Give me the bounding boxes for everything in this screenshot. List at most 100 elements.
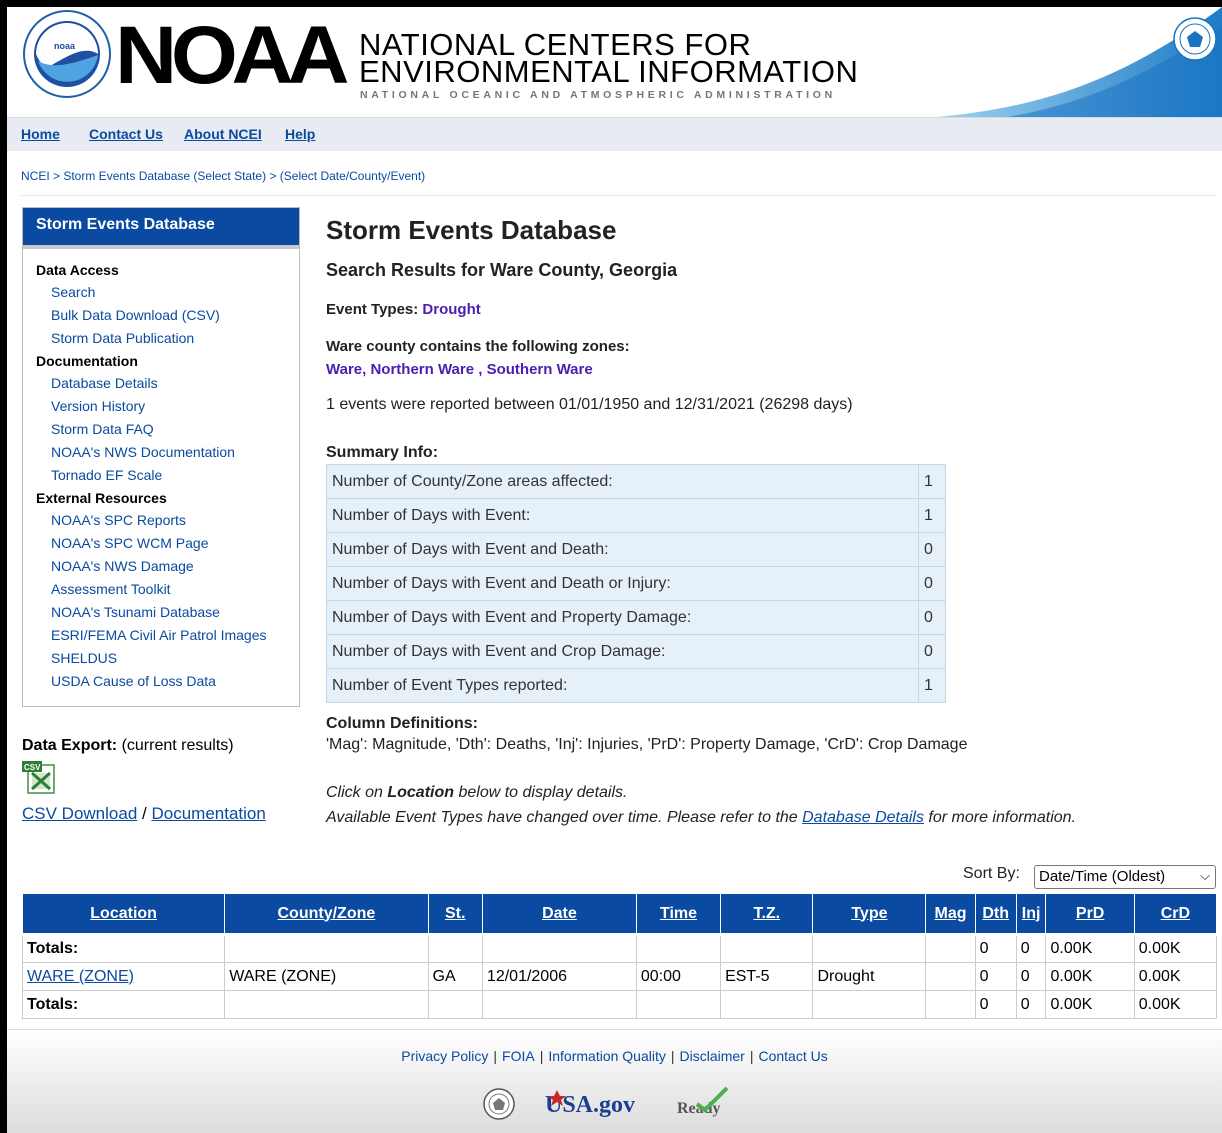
- col-header-location[interactable]: Location: [21, 893, 226, 936]
- database-details-link[interactable]: Database Details: [802, 809, 924, 826]
- data-export-label: Data Export:: [22, 737, 118, 754]
- sort-by-select[interactable]: Date/Time (Oldest) ⌵: [1034, 865, 1216, 889]
- col-header-inj[interactable]: Inj: [1015, 893, 1047, 936]
- footer-contact-link[interactable]: Contact Us: [758, 1048, 827, 1064]
- available-types-note: Available Event Types have changed over …: [326, 805, 1216, 830]
- noaa-subtitle: NATIONAL OCEANIC AND ATMOSPHERIC ADMINIS…: [360, 89, 836, 101]
- sidebar-link-spc-wcm-page[interactable]: NOAA's SPC WCM Page: [36, 532, 299, 555]
- sidebar-link-tsunami-database[interactable]: NOAA's Tsunami Database: [36, 601, 299, 624]
- footer-foia-link[interactable]: FOIA: [502, 1048, 535, 1064]
- table-cell: [635, 934, 722, 963]
- sidebar-link-nws-documentation[interactable]: NOAA's NWS Documentation: [36, 441, 299, 464]
- nav-contact-link[interactable]: Contact Us: [89, 126, 163, 142]
- nav-help-link[interactable]: Help: [285, 126, 315, 142]
- summary-table: Number of County/Zone areas affected: 1 N…: [326, 464, 946, 703]
- sidebar-link-sheldus[interactable]: SHELDUS: [36, 647, 299, 670]
- breadcrumb[interactable]: NCEI > Storm Events Database (Select Sta…: [21, 169, 425, 183]
- sidebar-link-version-history[interactable]: Version History: [36, 395, 299, 418]
- summary-value: 1: [918, 464, 946, 499]
- commerce-seal-footer-icon[interactable]: [483, 1088, 515, 1120]
- footer-separator: |: [539, 1048, 544, 1064]
- table-cell: [481, 990, 637, 1019]
- table-cell: [925, 962, 976, 991]
- location-link[interactable]: WARE (ZONE): [27, 968, 134, 985]
- footer-information-quality-link[interactable]: Information Quality: [548, 1048, 666, 1064]
- site-footer: Privacy Policy | FOIA | Information Quality |…: [7, 1030, 1222, 1133]
- location-cell: WARE (ZONE): [21, 962, 226, 991]
- ready-logo-icon[interactable]: Ready: [677, 1086, 729, 1117]
- sidebar-section-data-access: Data Access: [36, 262, 119, 278]
- event-types-value: Drought: [422, 301, 481, 318]
- nav-about-link[interactable]: About NCEI: [184, 126, 262, 142]
- summary-value: 0: [918, 634, 946, 669]
- col-header-dth[interactable]: Dth: [974, 893, 1017, 936]
- event-types-label: Event Types:: [326, 301, 419, 318]
- click-note-bold: Location: [387, 784, 455, 801]
- usa-gov-logo-icon[interactable]: USA.gov: [545, 1090, 635, 1118]
- csv-download-link[interactable]: CSV Download: [22, 804, 137, 823]
- col-header-crd[interactable]: CrD: [1133, 893, 1218, 936]
- csv-file-icon[interactable]: CSV: [22, 761, 56, 795]
- events-summary-text: 1 events were reported between 01/01/195…: [326, 396, 853, 413]
- footer-disclaimer-link[interactable]: Disclaimer: [680, 1048, 745, 1064]
- table-cell: 0: [974, 962, 1017, 991]
- summary-row: Number of Days with Event and Crop Damag…: [326, 634, 946, 669]
- sidebar-link-nws-damage[interactable]: NOAA's NWS Damage: [36, 555, 299, 578]
- sidebar-link-assessment-toolkit[interactable]: Assessment Toolkit: [36, 578, 299, 601]
- export-link-separator: /: [142, 804, 147, 823]
- results-table: Location County/Zone St. Date Time T.Z. …: [21, 893, 1218, 1019]
- summary-label: Number of Days with Event and Property D…: [326, 600, 919, 635]
- available-note-pre: Available Event Types have changed over …: [326, 809, 803, 826]
- table-cell: [635, 990, 722, 1019]
- col-header-mag[interactable]: Mag: [925, 893, 976, 936]
- summary-row: Number of Days with Event and Death: 0: [326, 532, 946, 567]
- csv-documentation-link[interactable]: Documentation: [151, 804, 265, 823]
- sidebar-link-esri-fema-images[interactable]: ESRI/FEMA Civil Air Patrol Images: [36, 624, 299, 647]
- sidebar-link-bulk-download[interactable]: Bulk Data Download (CSV): [36, 304, 299, 327]
- event-types: Event Types: Drought: [326, 301, 1216, 318]
- ncei-title: NATIONAL CENTERS FOR ENVIRONMENTAL INFOR…: [359, 29, 858, 87]
- noaa-logo-icon: noaa: [23, 10, 111, 98]
- noaa-wordmark: NOAA: [115, 10, 350, 101]
- sidebar-link-storm-data-faq[interactable]: Storm Data FAQ: [36, 418, 299, 441]
- totals-row-bottom: Totals: 0 0 0.00K 0.00K: [21, 990, 1218, 1019]
- summary-label: Number of Days with Event and Crop Damag…: [326, 634, 919, 669]
- table-cell: [812, 934, 927, 963]
- sort-selected-value: Date/Time (Oldest): [1039, 868, 1166, 885]
- col-header-time[interactable]: Time: [635, 893, 722, 936]
- table-cell: 00:00: [635, 962, 722, 991]
- footer-privacy-link[interactable]: Privacy Policy: [401, 1048, 488, 1064]
- instructions-note: Click on Location below to display detai…: [326, 780, 1216, 830]
- page: noaa NOAA NATIONAL CENTERS FOR ENVIRONME…: [7, 7, 1222, 1133]
- col-header-type[interactable]: Type: [812, 893, 927, 936]
- table-cell: GA: [427, 962, 483, 991]
- totals-label: Totals:: [21, 990, 226, 1019]
- sidebar: Storm Events Database Data Access Search…: [22, 207, 300, 707]
- sidebar-link-spc-reports[interactable]: NOAA's SPC Reports: [36, 509, 299, 532]
- table-cell: 12/01/2006: [481, 962, 637, 991]
- sidebar-link-storm-data-publication[interactable]: Storm Data Publication: [36, 327, 299, 350]
- column-definitions-text: 'Mag': Magnitude, 'Dth': Deaths, 'Inj': …: [326, 736, 968, 753]
- svg-text:noaa: noaa: [54, 41, 76, 51]
- sidebar-link-database-details[interactable]: Database Details: [36, 372, 299, 395]
- sidebar-link-tornado-ef-scale[interactable]: Tornado EF Scale: [36, 464, 299, 487]
- data-export-links: CSV Download / Documentation: [22, 804, 312, 824]
- summary-value: 0: [918, 600, 946, 635]
- table-cell: WARE (ZONE): [224, 962, 429, 991]
- click-location-note: Click on Location below to display detai…: [326, 780, 1216, 805]
- col-header-prd[interactable]: PrD: [1045, 893, 1135, 936]
- summary-label: Number of Days with Event:: [326, 498, 919, 533]
- sidebar-link-usda-cause-of-loss[interactable]: USDA Cause of Loss Data: [36, 670, 299, 693]
- summary-label: Number of Event Types reported:: [326, 668, 919, 703]
- nav-home-link[interactable]: Home: [21, 126, 60, 142]
- table-cell: 0: [1015, 962, 1047, 991]
- col-header-date[interactable]: Date: [481, 893, 637, 936]
- data-export-title: Data Export: (current results): [22, 737, 312, 755]
- col-header-county-zone[interactable]: County/Zone: [224, 893, 429, 936]
- table-cell: [812, 990, 927, 1019]
- table-cell: [720, 990, 814, 1019]
- breadcrumb-divider: [21, 195, 1216, 196]
- col-header-timezone[interactable]: T.Z.: [720, 893, 814, 936]
- sidebar-link-search[interactable]: Search: [36, 281, 299, 304]
- col-header-state[interactable]: St.: [427, 893, 483, 936]
